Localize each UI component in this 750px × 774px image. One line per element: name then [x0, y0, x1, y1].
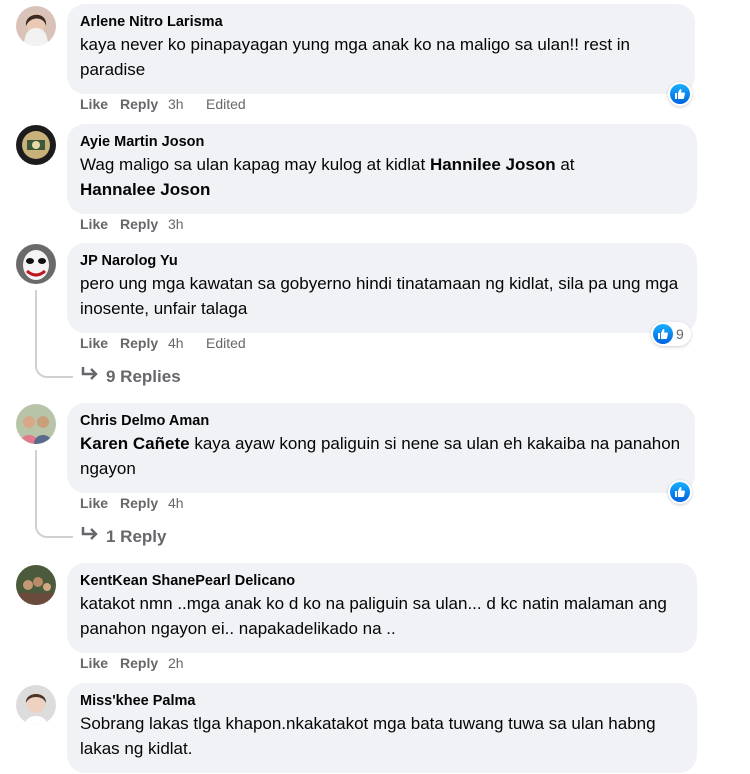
reply-arrow-icon	[80, 366, 100, 387]
thumbs-up-icon	[670, 84, 690, 104]
comment-actions: Like Reply 3h	[80, 216, 206, 232]
reply-link[interactable]: Reply	[120, 495, 168, 511]
comment-bubble: Chris Delmo Aman Karen Cañete kaya ayaw …	[67, 403, 695, 493]
comment-author[interactable]: Ayie Martin Joson	[80, 133, 683, 152]
comment-timestamp[interactable]: 3h	[168, 216, 206, 232]
avatar[interactable]	[16, 6, 56, 46]
comment-actions: Like Reply 3h Edited	[80, 96, 246, 112]
reply-link[interactable]: Reply	[120, 96, 168, 112]
thumbs-up-icon	[653, 324, 673, 344]
comment-bubble: Arlene Nitro Larisma kaya never ko pinap…	[67, 4, 695, 94]
reaction-badge[interactable]: 9	[651, 322, 691, 346]
comment-author[interactable]: Chris Delmo Aman	[80, 412, 681, 431]
comment-text-part: at	[555, 155, 575, 174]
comment-timestamp[interactable]: 3h	[168, 96, 206, 112]
reaction-badge[interactable]	[668, 480, 692, 504]
comment-actions: Like Reply 2h	[80, 655, 206, 671]
reaction-count: 9	[676, 326, 684, 342]
comment-author[interactable]: Miss'khee Palma	[80, 692, 683, 711]
comment-author[interactable]: KentKean ShanePearl Delicano	[80, 572, 683, 591]
avatar[interactable]	[16, 565, 56, 605]
comment-timestamp[interactable]: 2h	[168, 655, 206, 671]
avatar[interactable]	[16, 244, 56, 284]
mention-link[interactable]: Karen Cañete	[80, 434, 190, 453]
comment-text: Karen Cañete kaya ayaw kong paliguin si …	[80, 431, 681, 481]
comment-text: Sobrang lakas tlga khapon.nkakatakot mga…	[80, 714, 656, 758]
comment-text: pero ung mga kawatan sa gobyerno hindi t…	[80, 274, 679, 318]
reply-link[interactable]: Reply	[120, 655, 168, 671]
avatar[interactable]	[16, 404, 56, 444]
comment-timestamp[interactable]: 4h	[168, 495, 206, 511]
edited-label[interactable]: Edited	[206, 96, 246, 112]
view-replies-button[interactable]: 1 Reply	[80, 526, 166, 547]
like-link[interactable]: Like	[80, 216, 120, 232]
comment-author[interactable]: Arlene Nitro Larisma	[80, 13, 681, 32]
thumbs-up-icon	[670, 482, 690, 502]
mention-link[interactable]: Hannalee Joson	[80, 180, 210, 199]
comment-bubble: JP Narolog Yu pero ung mga kawatan sa go…	[67, 243, 697, 333]
comment-actions: Like Reply 4h	[80, 495, 206, 511]
like-link[interactable]: Like	[80, 96, 120, 112]
comment-timestamp[interactable]: 4h	[168, 335, 206, 351]
reply-arrow-icon	[80, 526, 100, 547]
comment-text: Wag maligo sa ulan kapag may kulog at ki…	[80, 152, 683, 202]
comment-bubble: Miss'khee Palma Sobrang lakas tlga khapo…	[67, 683, 697, 773]
avatar[interactable]	[16, 125, 56, 165]
comment-text: kaya never ko pinapayagan yung mga anak …	[80, 35, 631, 79]
edited-label[interactable]: Edited	[206, 335, 246, 351]
comment-text-part: Wag maligo sa ulan kapag may kulog at ki…	[80, 155, 430, 174]
replies-label[interactable]: 9 Replies	[106, 367, 181, 387]
like-link[interactable]: Like	[80, 655, 120, 671]
comment-bubble: Ayie Martin Joson Wag maligo sa ulan kap…	[67, 124, 697, 214]
replies-label[interactable]: 1 Reply	[106, 527, 166, 547]
mention-link[interactable]: Hannilee Joson	[430, 155, 556, 174]
comment-bubble: KentKean ShanePearl Delicano katakot nmn…	[67, 563, 697, 653]
reply-link[interactable]: Reply	[120, 335, 168, 351]
like-link[interactable]: Like	[80, 495, 120, 511]
comment-author[interactable]: JP Narolog Yu	[80, 252, 683, 271]
comment-text: katakot nmn ..mga anak ko d ko na paligu…	[80, 594, 667, 638]
reply-link[interactable]: Reply	[120, 216, 168, 232]
reaction-badge[interactable]	[668, 82, 692, 106]
like-link[interactable]: Like	[80, 335, 120, 351]
view-replies-button[interactable]: 9 Replies	[80, 366, 181, 387]
comment-actions: Like Reply 4h Edited	[80, 335, 246, 351]
avatar[interactable]	[16, 685, 56, 725]
